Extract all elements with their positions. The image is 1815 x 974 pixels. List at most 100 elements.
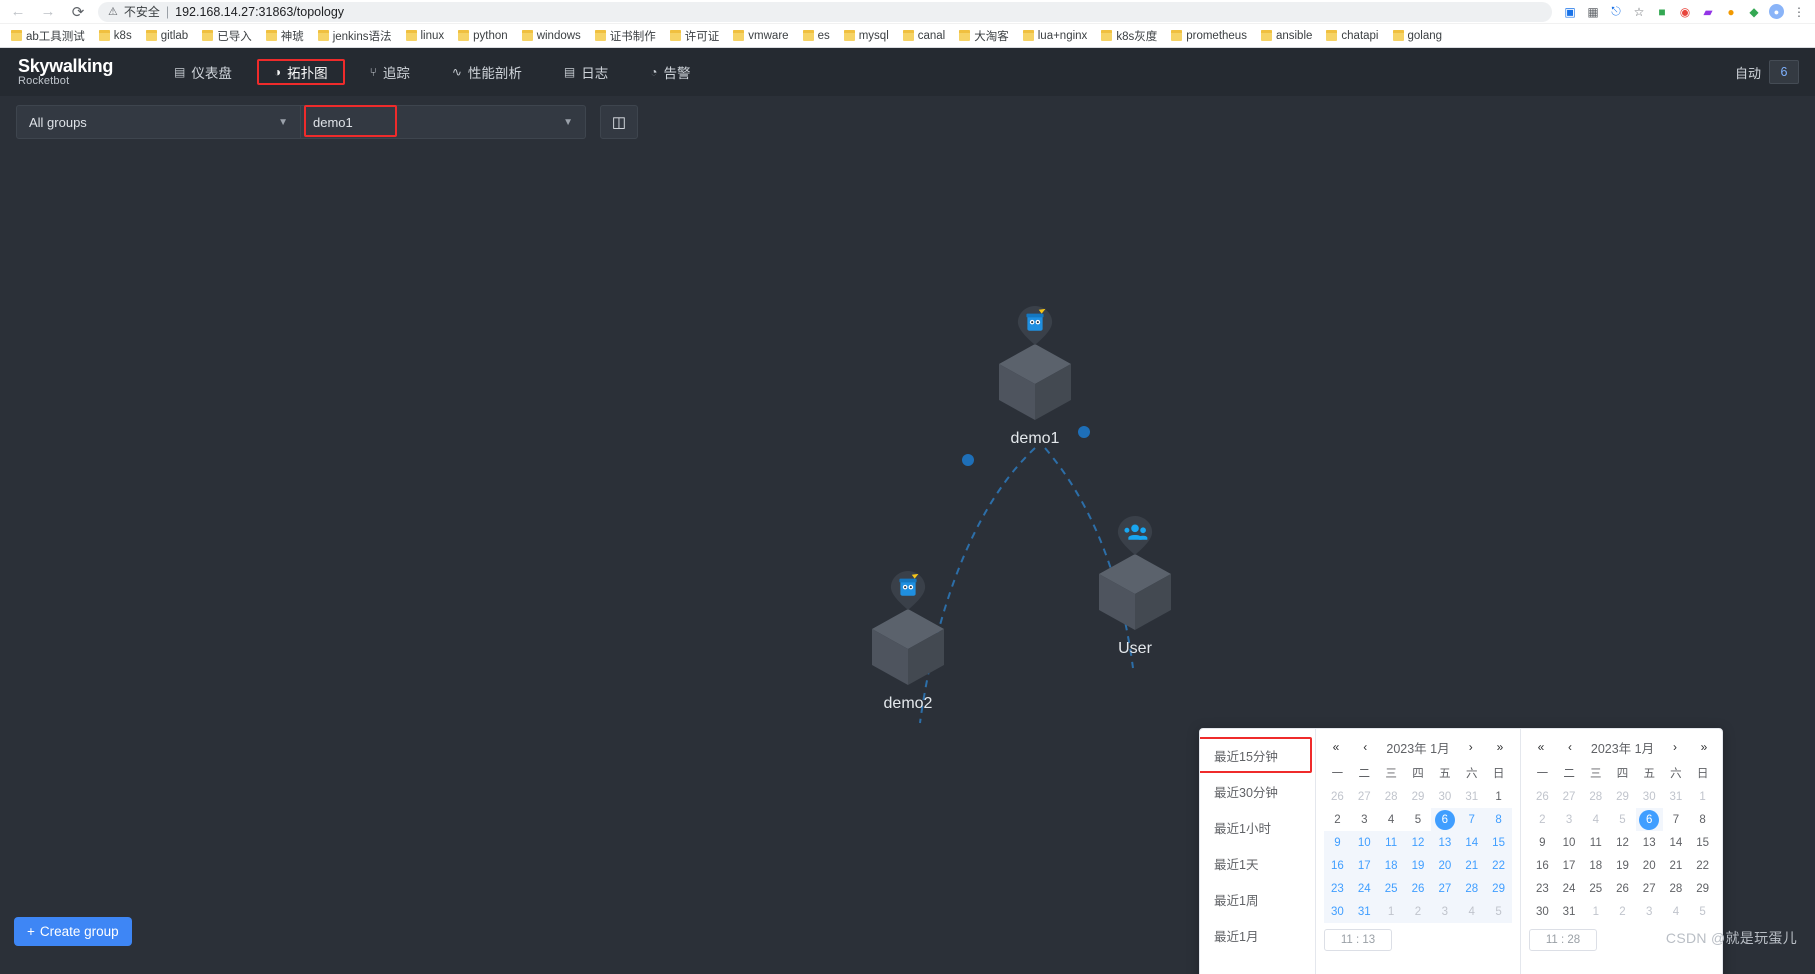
extension-orange-icon[interactable]: ● (1723, 4, 1739, 20)
calendar-day[interactable]: 28 (1378, 785, 1405, 808)
picker-shortcut[interactable]: 最近15分钟 (1200, 737, 1315, 773)
address-bar[interactable]: ⚠ 不安全 | 192.168.14.27:31863/topology (98, 1, 1552, 22)
next-year-icon[interactable]: » (1696, 740, 1712, 754)
qr-icon[interactable]: ▦ (1585, 4, 1601, 20)
calendar-day[interactable]: 3 (1556, 808, 1583, 831)
calendar-day[interactable]: 28 (1582, 785, 1609, 808)
calendar-day[interactable]: 17 (1556, 854, 1583, 877)
nav-item-dashboard[interactable]: ▤ 仪表盘 (161, 55, 245, 89)
extension-green-icon[interactable]: ■ (1654, 4, 1670, 20)
calendar-day[interactable]: 1 (1582, 900, 1609, 923)
calendar-day[interactable]: 11 (1582, 831, 1609, 854)
calendar-day[interactable]: 5 (1609, 808, 1636, 831)
service-select[interactable]: demo1 ▼ (301, 105, 586, 139)
calendar-day[interactable]: 6 (1431, 808, 1459, 831)
calendar-day[interactable]: 15 (1485, 831, 1512, 854)
calendar-day[interactable]: 27 (1351, 785, 1378, 808)
calendar-day[interactable]: 21 (1458, 854, 1486, 877)
calendar-day[interactable]: 20 (1636, 854, 1663, 877)
calendar-day[interactable]: 28 (1663, 877, 1690, 900)
calendar-day[interactable]: 31 (1556, 900, 1583, 923)
picker-shortcut[interactable]: 最近1天 (1200, 845, 1315, 881)
bookmark-item[interactable]: ansible (1254, 26, 1319, 46)
calendar-day[interactable]: 4 (1458, 900, 1486, 923)
date-range-picker[interactable]: 最近15分钟 最近30分钟 最近1小时 最近1天 最近1周 最近1月 « ‹ 2023年 1月… (1199, 728, 1723, 974)
calendar-day[interactable]: 29 (1609, 785, 1636, 808)
profile-avatar[interactable]: ● (1769, 4, 1784, 19)
bookmark-star-icon[interactable]: ☆ (1631, 4, 1647, 20)
extension-purple-icon[interactable]: ▰ (1700, 4, 1716, 20)
calendar-day[interactable]: 2 (1404, 900, 1432, 923)
translate-icon[interactable]: ▣ (1562, 4, 1578, 20)
calendar-day[interactable]: 5 (1405, 808, 1432, 831)
calendar-day[interactable]: 4 (1582, 808, 1609, 831)
calendar-day[interactable]: 13 (1636, 831, 1663, 854)
calendar-day[interactable]: 1 (1377, 900, 1405, 923)
calendar-day[interactable]: 19 (1609, 854, 1636, 877)
bookmark-item[interactable]: python (451, 26, 515, 46)
calendar-day[interactable]: 26 (1529, 785, 1556, 808)
next-year-icon[interactable]: » (1492, 740, 1508, 754)
calendar-day[interactable]: 5 (1485, 900, 1512, 923)
calendar-day[interactable]: 29 (1689, 877, 1716, 900)
calendar-day[interactable]: 16 (1324, 854, 1351, 877)
bookmark-item[interactable]: windows (515, 26, 588, 46)
calendar-day[interactable]: 8 (1485, 808, 1512, 831)
nav-item-alarm[interactable]: ◔ 告警 (637, 55, 703, 89)
calendar-day[interactable]: 16 (1529, 854, 1556, 877)
calendar-day[interactable]: 30 (1529, 900, 1556, 923)
calendar-day[interactable]: 4 (1378, 808, 1405, 831)
bookmark-item[interactable]: ab工具测试 (4, 26, 92, 46)
auto-refresh-input[interactable]: 6 (1769, 60, 1799, 84)
picker-shortcut[interactable]: 最近1小时 (1200, 809, 1315, 845)
calendar-day[interactable]: 30 (1431, 785, 1458, 808)
calendar-day[interactable]: 2 (1609, 900, 1636, 923)
calendar-day[interactable]: 14 (1663, 831, 1690, 854)
bookmark-item[interactable]: 神琥 (259, 26, 311, 46)
calendar-day[interactable]: 21 (1663, 854, 1690, 877)
bookmark-item[interactable]: vmware (726, 26, 795, 46)
calendar-day[interactable]: 30 (1636, 785, 1663, 808)
calendar-day[interactable]: 12 (1404, 831, 1432, 854)
menu-kebab-icon[interactable]: ⋮ (1791, 4, 1807, 20)
bookmark-item[interactable]: 许可证 (663, 26, 727, 46)
nav-item-log[interactable]: ▤ 日志 (551, 55, 621, 89)
calendar-day[interactable]: 31 (1663, 785, 1690, 808)
calendar-day[interactable]: 18 (1377, 854, 1405, 877)
calendar-day[interactable]: 13 (1431, 831, 1459, 854)
calendar-day[interactable]: 8 (1689, 808, 1716, 831)
calendar-day[interactable]: 30 (1324, 900, 1351, 923)
bookmark-item[interactable]: es (796, 26, 837, 46)
calendar-day[interactable]: 4 (1663, 900, 1690, 923)
calendar-day[interactable]: 14 (1458, 831, 1486, 854)
calendar-day[interactable]: 10 (1350, 831, 1378, 854)
calendar-day[interactable]: 22 (1485, 854, 1512, 877)
calendar-day[interactable]: 2 (1324, 808, 1351, 831)
bookmark-item[interactable]: mysql (837, 26, 896, 46)
group-select[interactable]: All groups ▼ (16, 105, 301, 139)
calendar-day[interactable]: 17 (1350, 854, 1378, 877)
calendar-day[interactable]: 27 (1431, 877, 1459, 900)
calendar-day[interactable]: 29 (1485, 877, 1512, 900)
calendar-day[interactable]: 26 (1609, 877, 1636, 900)
extension-red-icon[interactable]: ◉ (1677, 4, 1693, 20)
bookmark-item[interactable]: linux (399, 26, 452, 46)
calendar-day[interactable]: 11 (1377, 831, 1405, 854)
bookmark-item[interactable]: gitlab (139, 26, 196, 46)
calendar-day[interactable]: 3 (1431, 900, 1459, 923)
create-group-button[interactable]: + Create group (14, 917, 132, 946)
bookmark-item[interactable]: 证书制作 (588, 26, 663, 46)
bookmark-item[interactable]: jenkins语法 (311, 26, 399, 46)
calendar-day[interactable]: 7 (1663, 808, 1690, 831)
calendar-day[interactable]: 24 (1350, 877, 1378, 900)
prev-month-icon[interactable]: ‹ (1562, 740, 1578, 754)
bookmark-item[interactable]: lua+nginx (1016, 26, 1095, 46)
calendar-day[interactable]: 26 (1404, 877, 1432, 900)
nav-item-topology[interactable]: ◑ 拓扑图 (256, 55, 345, 89)
bookmark-item[interactable]: k8s (92, 26, 139, 46)
calendar-day[interactable]: 31 (1350, 900, 1378, 923)
calendar-day[interactable]: 31 (1458, 785, 1485, 808)
prev-year-icon[interactable]: « (1328, 740, 1344, 754)
prev-year-icon[interactable]: « (1533, 740, 1549, 754)
topology-node-demo2[interactable]: demo2 (853, 571, 963, 713)
